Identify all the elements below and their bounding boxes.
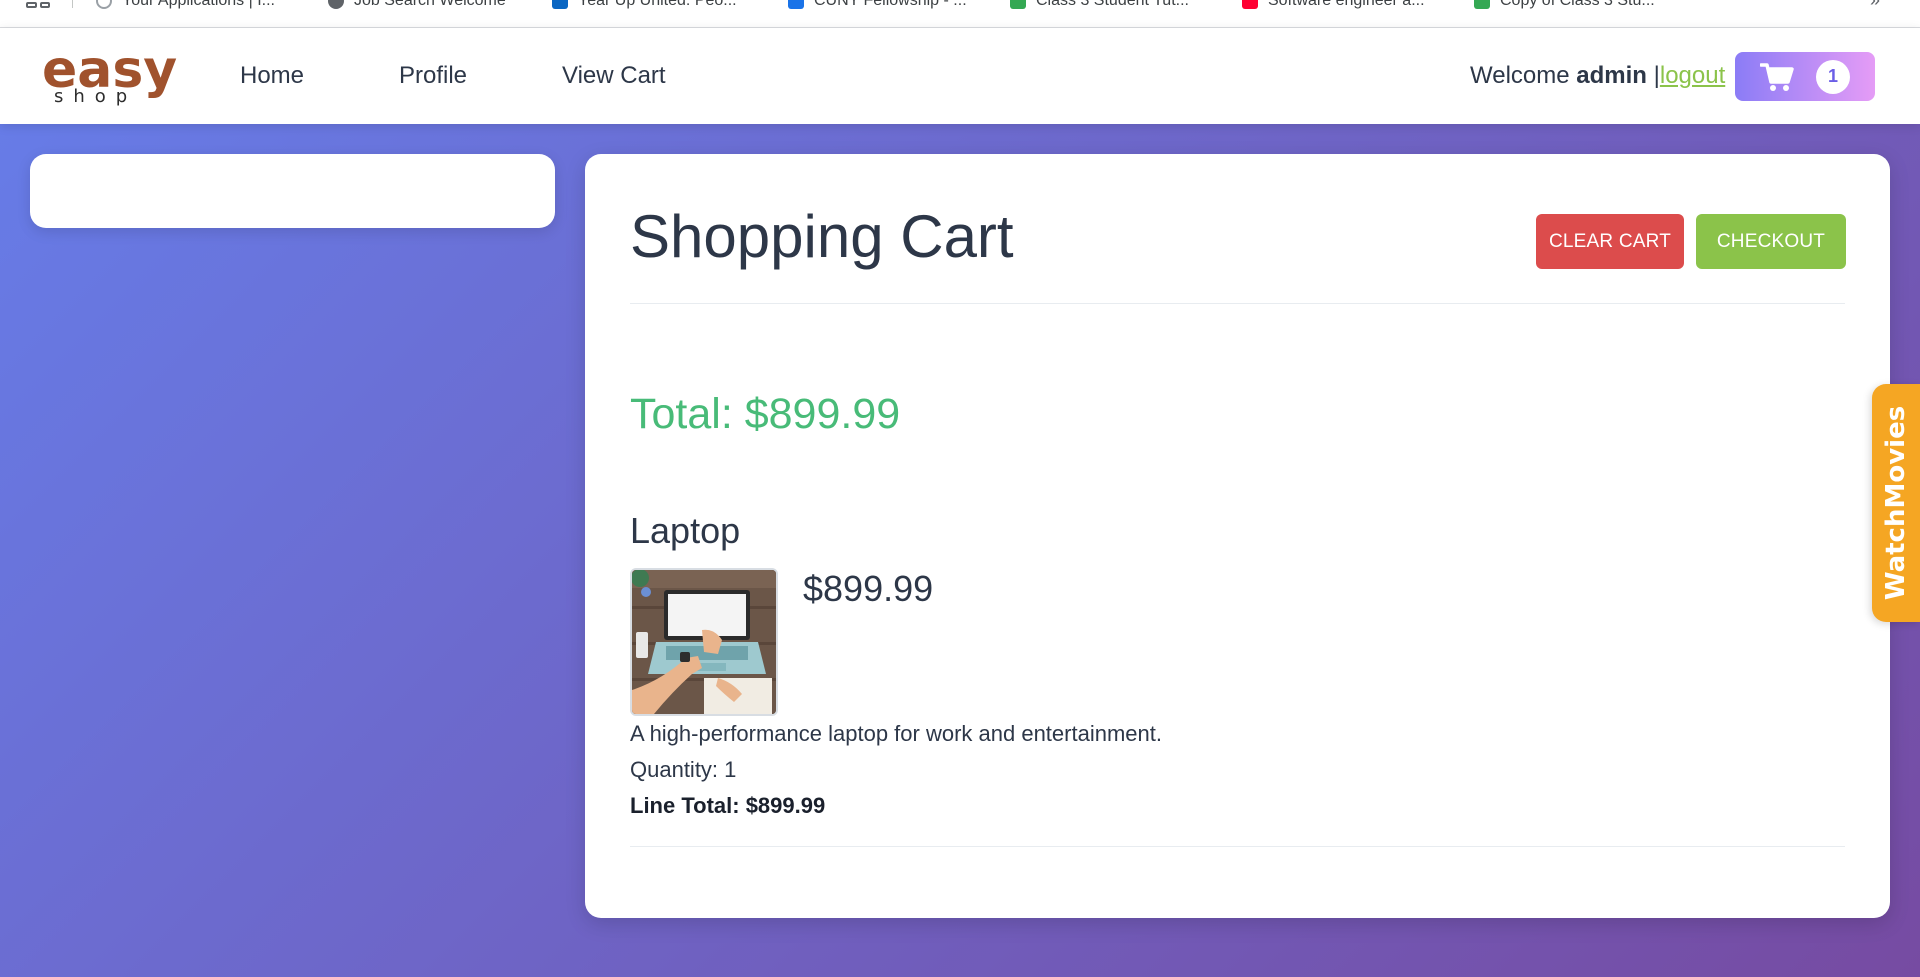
youtube-icon — [1242, 0, 1258, 9]
divider — [630, 846, 1845, 847]
site-header: easy shop Home Profile View Cart Welcome… — [0, 28, 1920, 124]
bookmark-label: CUNY Fellowship - ... — [814, 0, 967, 9]
page-title: Shopping Cart — [630, 203, 1014, 270]
bookmarks-bar: Your Applications | I... Job Search Welc… — [0, 0, 1920, 28]
sheets-icon — [1010, 0, 1026, 9]
logo-sub-text: shop — [54, 86, 138, 107]
laptop-photo — [632, 570, 776, 714]
sheets-icon — [1474, 0, 1490, 9]
easyshop-logo[interactable]: easy shop — [42, 44, 182, 107]
divider — [630, 303, 1845, 304]
welcome-message: Welcome admin |logout — [1470, 62, 1725, 90]
sidebar-panel — [30, 154, 555, 228]
shopping-cart-card: Shopping Cart CLEAR CART CHECKOUT Total:… — [585, 154, 1890, 918]
item-quantity: Quantity: 1 — [630, 757, 737, 782]
item-line-total: Line Total: $899.99 — [630, 793, 826, 818]
bookmark-item[interactable]: Software engineer a... — [1242, 0, 1425, 11]
shopping-cart-icon — [1760, 62, 1794, 91]
bookmark-label: Job Search Welcome — [354, 0, 506, 9]
bookmarks-separator — [72, 0, 73, 8]
item-description: A high-performance laptop for work and e… — [630, 721, 1162, 746]
bookmark-label: Class 3 Student Tut... — [1036, 0, 1189, 9]
more-bookmarks-icon[interactable]: » — [1870, 0, 1880, 11]
bookmark-item[interactable]: Job Search Welcome — [328, 0, 506, 11]
apps-grid-icon[interactable] — [26, 0, 50, 8]
nav-profile-link[interactable]: Profile — [399, 62, 467, 90]
watchmovies-extension-tab[interactable]: WatchMovies — [1872, 384, 1920, 622]
checkout-button[interactable]: CHECKOUT — [1696, 214, 1846, 269]
bookmark-label: Your Applications | I... — [122, 0, 275, 9]
bookmark-item[interactable]: Your Applications | I... — [96, 0, 275, 11]
bookmark-item[interactable]: Copy of Class 3 Stu... — [1474, 0, 1655, 11]
linkedin-icon — [552, 0, 568, 9]
nav-home-link[interactable]: Home — [240, 62, 304, 90]
bookmark-item[interactable]: CUNY Fellowship - ... — [788, 0, 967, 11]
item-price: $899.99 — [803, 568, 934, 609]
bookmark-label: Software engineer a... — [1268, 0, 1425, 9]
globe-icon — [96, 0, 112, 9]
username: admin — [1576, 62, 1647, 89]
bookmark-item[interactable]: Class 3 Student Tut... — [1010, 0, 1189, 11]
bookmark-item[interactable]: Year Up United: Peo... — [552, 0, 737, 11]
item-name: Laptop — [630, 510, 741, 551]
welcome-prefix: Welcome — [1470, 62, 1570, 89]
nav-view-cart-link[interactable]: View Cart — [562, 62, 666, 90]
watchmovies-label: WatchMovies — [1881, 405, 1911, 601]
bookmark-label: Copy of Class 3 Stu... — [1500, 0, 1655, 9]
logout-link[interactable]: logout — [1660, 62, 1725, 89]
clear-cart-button[interactable]: CLEAR CART — [1536, 214, 1684, 269]
globe-icon — [328, 0, 344, 9]
bookmark-label: Year Up United: Peo... — [578, 0, 737, 9]
doc-icon — [788, 0, 804, 9]
cart-total: Total: $899.99 — [630, 390, 901, 438]
cart-count-badge: 1 — [1816, 59, 1850, 94]
item-image — [630, 568, 778, 716]
cart-button[interactable]: 1 — [1735, 52, 1875, 101]
